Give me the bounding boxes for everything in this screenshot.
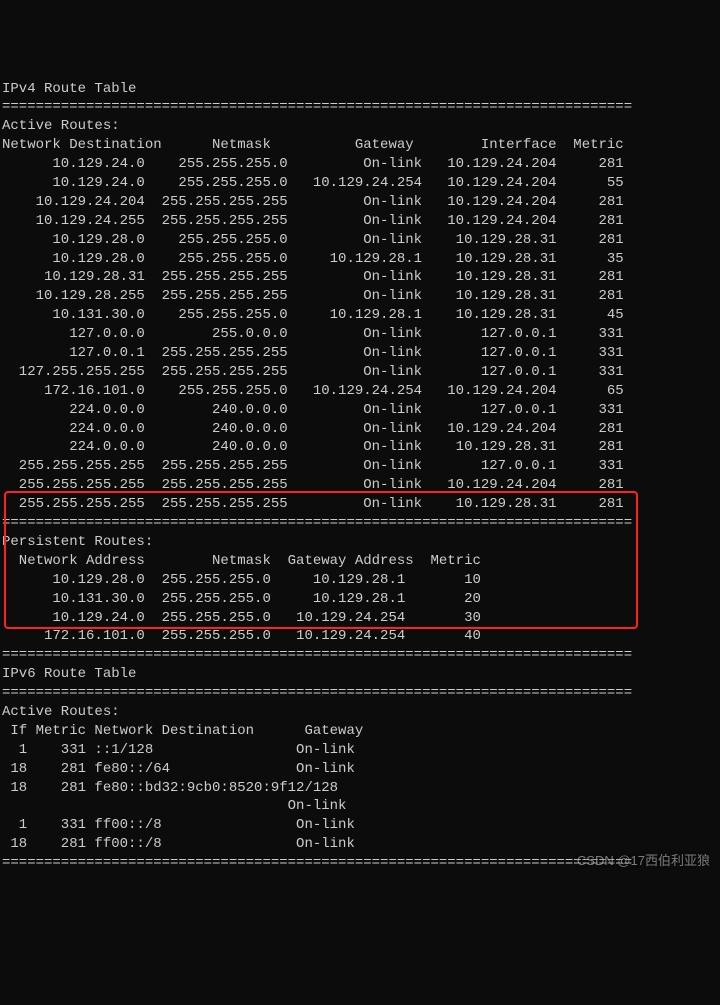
terminal-line: Network Address Netmask Gateway Address …	[2, 552, 720, 571]
terminal-line: 10.129.24.204 255.255.255.255 On-link 10…	[2, 193, 720, 212]
terminal-line: 1 331 ::1/128 On-link	[2, 741, 720, 760]
terminal-line: If Metric Network Destination Gateway	[2, 722, 720, 741]
divider-line: ========================================…	[2, 514, 720, 533]
terminal-line: 10.129.28.0 255.255.255.0 10.129.28.1 10	[2, 571, 720, 590]
terminal-line: 10.129.28.0 255.255.255.0 10.129.28.1 10…	[2, 250, 720, 269]
terminal-line: 18 281 ff00::/8 On-link	[2, 835, 720, 854]
terminal-line: 18 281 fe80::/64 On-link	[2, 760, 720, 779]
terminal-line: 172.16.101.0 255.255.255.0 10.129.24.254…	[2, 627, 720, 646]
terminal-line: 10.129.24.0 255.255.255.0 On-link 10.129…	[2, 155, 720, 174]
terminal-line: 10.129.28.31 255.255.255.255 On-link 10.…	[2, 268, 720, 287]
terminal-line: 172.16.101.0 255.255.255.0 10.129.24.254…	[2, 382, 720, 401]
section-label: Active Routes:	[2, 703, 720, 722]
table-title: IPv4 Route Table	[2, 80, 720, 99]
terminal-line: 10.129.28.0 255.255.255.0 On-link 10.129…	[2, 231, 720, 250]
terminal-line: 255.255.255.255 255.255.255.255 On-link …	[2, 457, 720, 476]
terminal-line: 224.0.0.0 240.0.0.0 On-link 10.129.24.20…	[2, 420, 720, 439]
divider-line: ========================================…	[2, 646, 720, 665]
terminal-output: IPv4 Route Table========================…	[2, 80, 720, 873]
terminal-line: 10.129.24.0 255.255.255.0 10.129.24.254 …	[2, 174, 720, 193]
terminal-line: On-link	[2, 797, 720, 816]
terminal-line: 127.255.255.255 255.255.255.255 On-link …	[2, 363, 720, 382]
watermark: CSDN @17西伯利亚狼	[577, 852, 710, 870]
terminal-line: 224.0.0.0 240.0.0.0 On-link 10.129.28.31…	[2, 438, 720, 457]
terminal-line: 10.131.30.0 255.255.255.0 10.129.28.1 20	[2, 590, 720, 609]
terminal-line: Network Destination Netmask Gateway Inte…	[2, 136, 720, 155]
terminal-line: 127.0.0.0 255.0.0.0 On-link 127.0.0.1 33…	[2, 325, 720, 344]
terminal-line: 18 281 fe80::bd32:9cb0:8520:9f12/128	[2, 779, 720, 798]
terminal-line: 10.129.24.255 255.255.255.255 On-link 10…	[2, 212, 720, 231]
terminal-line: 10.129.24.0 255.255.255.0 10.129.24.254 …	[2, 609, 720, 628]
terminal-line: 127.0.0.1 255.255.255.255 On-link 127.0.…	[2, 344, 720, 363]
divider-line: ========================================…	[2, 98, 720, 117]
terminal-line: 255.255.255.255 255.255.255.255 On-link …	[2, 476, 720, 495]
table-title: IPv6 Route Table	[2, 665, 720, 684]
section-label: Persistent Routes:	[2, 533, 720, 552]
section-label: Active Routes:	[2, 117, 720, 136]
divider-line: ========================================…	[2, 684, 720, 703]
terminal-line: 10.129.28.255 255.255.255.255 On-link 10…	[2, 287, 720, 306]
terminal-line: 224.0.0.0 240.0.0.0 On-link 127.0.0.1 33…	[2, 401, 720, 420]
terminal-line: 1 331 ff00::/8 On-link	[2, 816, 720, 835]
terminal-line: 10.131.30.0 255.255.255.0 10.129.28.1 10…	[2, 306, 720, 325]
terminal-line: 255.255.255.255 255.255.255.255 On-link …	[2, 495, 720, 514]
